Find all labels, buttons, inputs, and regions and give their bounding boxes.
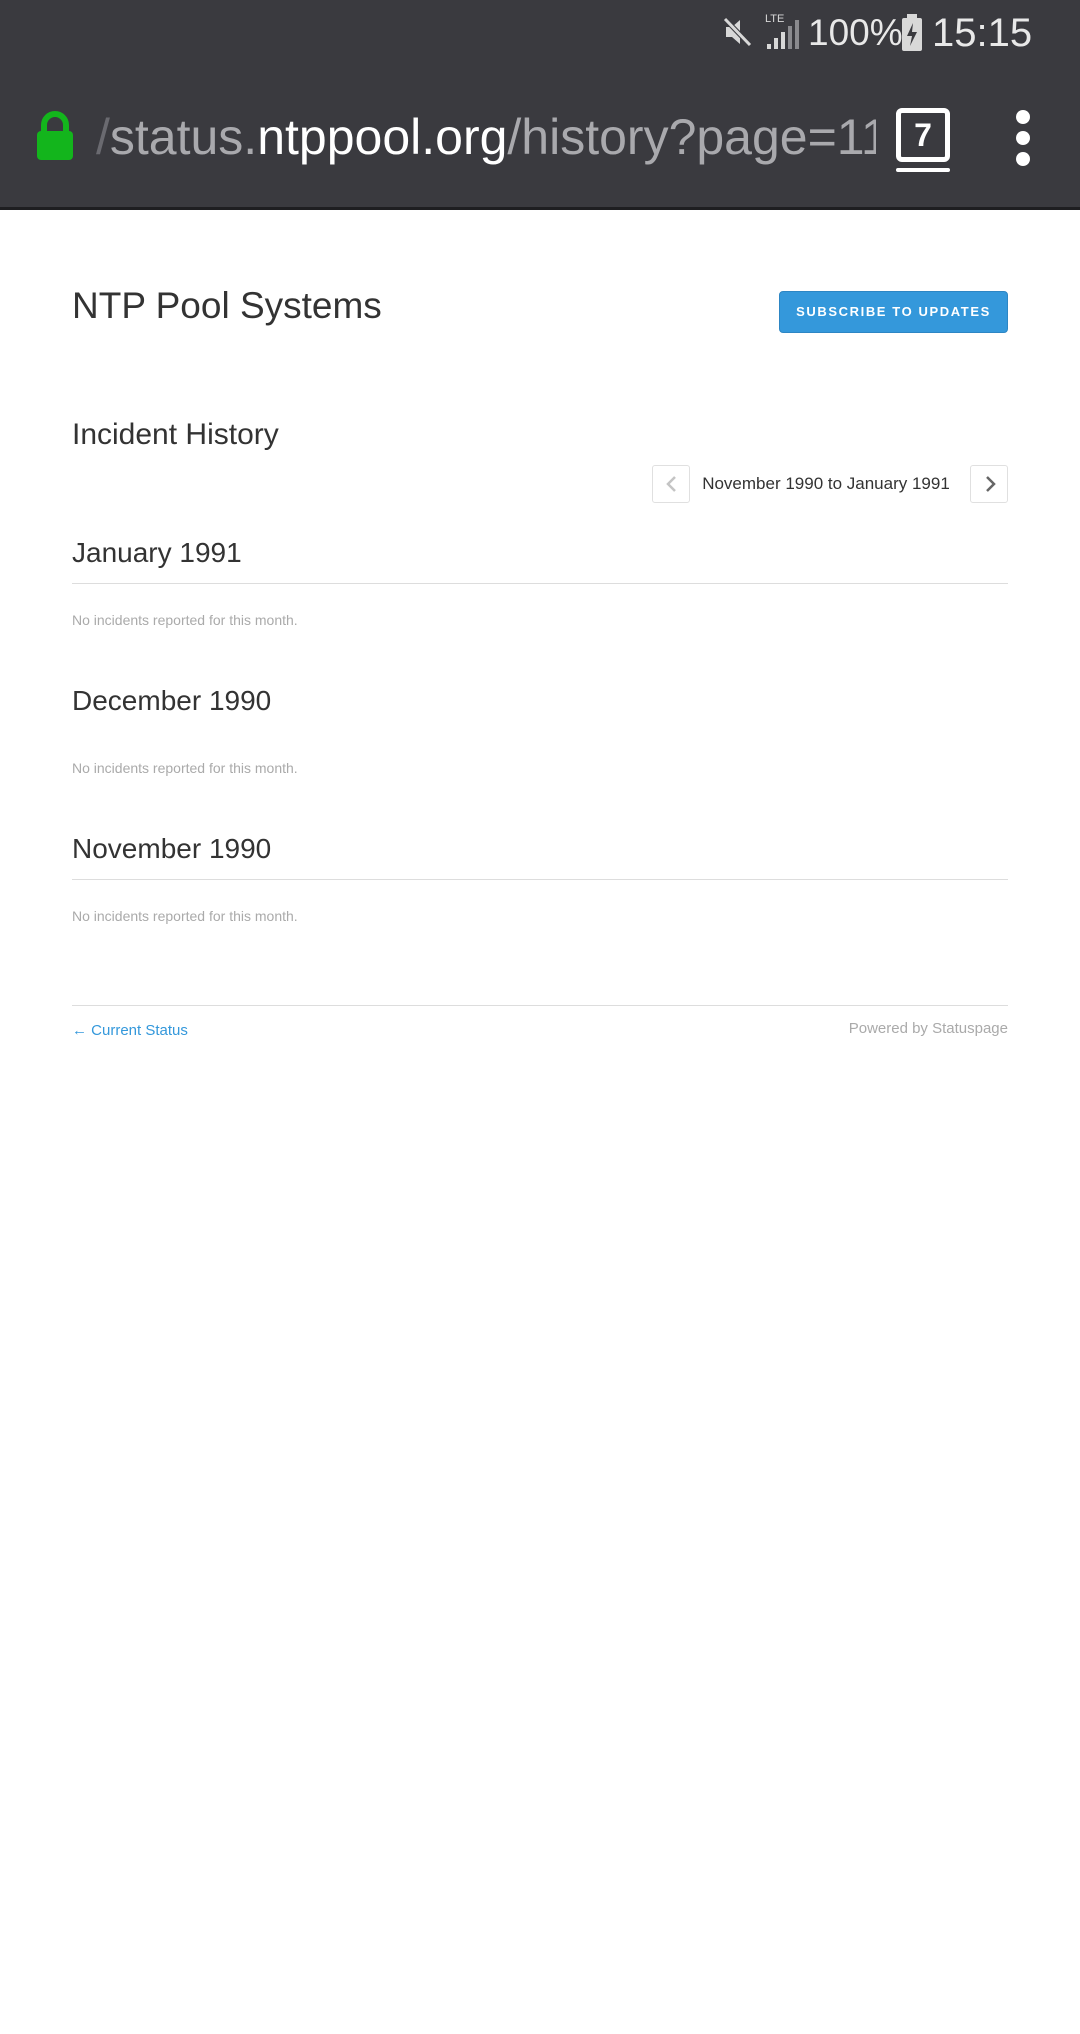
tab-switcher-button[interactable]: 7 xyxy=(896,108,950,162)
url-path: /history?page=119 xyxy=(507,109,876,165)
no-incidents-text: No incidents reported for this month. xyxy=(72,908,298,924)
page-header: NTP Pool Systems Subscribe to Updates xyxy=(72,213,1008,363)
address-field[interactable]: /status.ntppool.org/history?page=119 xyxy=(96,104,876,170)
network-type-label: LTE xyxy=(765,13,784,25)
lock-icon[interactable] xyxy=(34,110,76,167)
battery-charging-icon xyxy=(900,14,924,57)
tab-switcher-underline xyxy=(896,168,950,172)
month-section: November 1990 No incidents reported for … xyxy=(72,829,1008,926)
url-prefix: / xyxy=(96,109,110,165)
footer-divider xyxy=(72,1005,1008,1006)
date-range-label: November 1990 to January 1991 xyxy=(702,474,950,493)
incident-history-title: Incident History xyxy=(72,418,279,451)
no-incidents-text: No incidents reported for this month. xyxy=(72,612,298,628)
browser-chrome: LTE 100% 15:15 /status.ntppool.org/histo… xyxy=(0,0,1080,210)
previous-page-button[interactable] xyxy=(652,465,690,503)
url-bar[interactable]: /status.ntppool.org/history?page=119 7 xyxy=(0,96,1080,182)
url-subdomain: status. xyxy=(109,109,258,165)
current-status-link[interactable]: ← Current Status xyxy=(72,1021,188,1041)
url-host: ntppool.org xyxy=(257,109,508,165)
month-section: January 1991 No incidents reported for t… xyxy=(72,533,1008,630)
status-page: NTP Pool Systems Subscribe to Updates In… xyxy=(72,213,1008,1039)
signal-icon: LTE xyxy=(764,12,802,57)
history-pagination: November 1990 to January 1991 xyxy=(652,465,1008,503)
month-divider xyxy=(72,879,1008,880)
powered-by-link[interactable]: Powered by Statuspage xyxy=(849,1019,1008,1039)
status-bar: LTE 100% 15:15 xyxy=(0,0,1080,66)
clock: 15:15 xyxy=(932,11,1033,55)
month-divider xyxy=(72,583,1008,584)
no-incidents-text: No incidents reported for this month. xyxy=(72,760,298,776)
month-section: December 1990 No incidents reported for … xyxy=(72,681,1008,778)
month-title: December 1990 xyxy=(72,685,272,716)
month-title: November 1990 xyxy=(72,833,272,864)
battery-percent: 100% xyxy=(808,12,903,53)
brand-name[interactable]: NTP Pool Systems xyxy=(72,283,382,329)
next-page-button[interactable] xyxy=(970,465,1008,503)
overflow-menu-icon[interactable] xyxy=(1012,110,1038,166)
subscribe-button[interactable]: Subscribe to Updates xyxy=(779,291,1008,333)
month-title: January 1991 xyxy=(72,537,242,568)
volume-mute-icon xyxy=(720,14,756,55)
